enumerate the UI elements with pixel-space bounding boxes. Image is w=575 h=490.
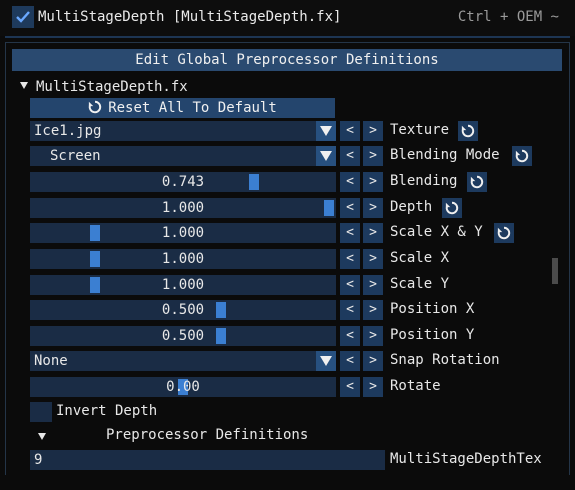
blending-mode-label: Blending Mode [390, 147, 500, 163]
position-y-next-button[interactable]: > [363, 326, 383, 346]
slider-grab[interactable] [215, 328, 226, 344]
depth-prev-button[interactable]: < [340, 198, 360, 218]
depth-slider[interactable]: 1.000 [30, 198, 336, 218]
rotate-prev-button[interactable]: < [340, 377, 360, 397]
position-x-value: 0.500 [161, 302, 205, 318]
snap-rotation-value: None [34, 353, 68, 369]
scale-xy-label: Scale X & Y [390, 224, 483, 240]
separator [5, 36, 570, 38]
blending-mode-combo[interactable]: Screen [30, 146, 336, 166]
blending-slider[interactable]: 0.743 [30, 172, 336, 192]
scale-x-slider[interactable]: 1.000 [30, 249, 336, 269]
rotate-next-button[interactable]: > [363, 377, 383, 397]
definition-name: MultiStageDepthTex [390, 451, 542, 467]
definition-value: 9 [34, 452, 43, 468]
scale-xy-value: 1.000 [161, 225, 205, 241]
snap-rotation-prev-button[interactable]: < [340, 351, 360, 371]
slider-grab[interactable] [248, 174, 259, 190]
checkmark-icon [16, 11, 30, 23]
scale-x-next-button[interactable]: > [363, 249, 383, 269]
position-y-value: 0.500 [161, 328, 205, 344]
blending-mode-reset-icon[interactable] [512, 146, 532, 166]
position-x-slider[interactable]: 0.500 [30, 300, 336, 320]
invert-depth-checkbox[interactable] [30, 402, 52, 422]
scale-xy-slider[interactable]: 1.000 [30, 223, 336, 243]
definition-value-input[interactable]: 9 [30, 450, 385, 470]
texture-label: Texture [390, 122, 450, 138]
position-x-prev-button[interactable]: < [340, 300, 360, 320]
blending-reset-icon[interactable] [467, 172, 487, 192]
scale-xy-reset-icon[interactable] [494, 223, 514, 243]
scale-x-value: 1.000 [161, 251, 205, 267]
collapse-arrow-icon [38, 433, 46, 440]
slider-grab[interactable] [215, 302, 226, 318]
effect-shortcut: Ctrl + OEM ~ [457, 9, 559, 25]
reset-icon [88, 100, 102, 114]
position-y-prev-button[interactable]: < [340, 326, 360, 346]
depth-reset-icon[interactable] [442, 198, 462, 218]
scale-y-next-button[interactable]: > [363, 275, 383, 295]
texture-value: Ice1.jpg [34, 123, 102, 139]
effect-name: MultiStageDepth.fx [36, 79, 188, 95]
scale-xy-prev-button[interactable]: < [340, 223, 360, 243]
snap-rotation-next-button[interactable]: > [363, 351, 383, 371]
position-x-next-button[interactable]: > [363, 300, 383, 320]
invert-depth-label: Invert Depth [56, 403, 158, 419]
scale-x-label: Scale X [390, 250, 450, 266]
reset-all-button[interactable]: Reset All To Default [30, 98, 335, 118]
scale-y-slider[interactable]: 1.000 [30, 275, 336, 295]
depth-label: Depth [390, 199, 433, 215]
panel-header[interactable]: Edit Global Preprocessor Definitions [12, 49, 562, 71]
texture-next-button[interactable]: > [363, 121, 383, 141]
slider-grab[interactable] [90, 251, 101, 267]
blending-label: Blending [390, 173, 458, 189]
depth-value: 1.000 [161, 200, 205, 216]
scale-y-value: 1.000 [161, 277, 205, 293]
rotate-value: 0.00 [166, 379, 200, 395]
blending-next-button[interactable]: > [363, 172, 383, 192]
scrollbar-thumb[interactable] [552, 258, 558, 284]
rotate-slider[interactable]: 0.00 [30, 377, 336, 397]
blending-prev-button[interactable]: < [340, 172, 360, 192]
effect-enable-checkbox[interactable] [12, 6, 34, 28]
dropdown-arrow-icon[interactable] [316, 146, 336, 166]
snap-rotation-label: Snap Rotation [390, 352, 500, 368]
depth-next-button[interactable]: > [363, 198, 383, 218]
reset-all-label: Reset All To Default [108, 100, 277, 116]
blending-value: 0.743 [161, 174, 205, 190]
texture-reset-icon[interactable] [458, 121, 478, 141]
blending-mode-next-button[interactable]: > [363, 146, 383, 166]
collapse-arrow-icon [20, 82, 28, 89]
texture-prev-button[interactable]: < [340, 121, 360, 141]
scale-xy-next-button[interactable]: > [363, 223, 383, 243]
position-y-slider[interactable]: 0.500 [30, 326, 336, 346]
snap-rotation-combo[interactable]: None [30, 351, 336, 371]
position-x-label: Position X [390, 301, 475, 317]
dropdown-arrow-icon[interactable] [316, 121, 336, 141]
texture-combo[interactable]: Ice1.jpg [30, 121, 336, 141]
preprocessor-tree-node[interactable] [38, 430, 54, 446]
rotate-label: Rotate [390, 378, 441, 394]
dropdown-arrow-icon[interactable] [316, 351, 336, 371]
scale-y-label: Scale Y [390, 276, 450, 292]
slider-grab[interactable] [90, 277, 101, 293]
blending-mode-prev-button[interactable]: < [340, 146, 360, 166]
blending-mode-value: Screen [50, 148, 101, 164]
slider-grab[interactable] [90, 225, 101, 241]
effect-title[interactable]: MultiStageDepth [MultiStageDepth.fx] [38, 9, 341, 25]
effect-tree-node[interactable]: MultiStageDepth.fx [20, 79, 188, 95]
position-y-label: Position Y [390, 327, 475, 343]
scale-x-prev-button[interactable]: < [340, 249, 360, 269]
slider-grab[interactable] [324, 200, 334, 216]
preprocessor-header[interactable]: Preprocessor Definitions [106, 427, 308, 443]
scale-y-prev-button[interactable]: < [340, 275, 360, 295]
